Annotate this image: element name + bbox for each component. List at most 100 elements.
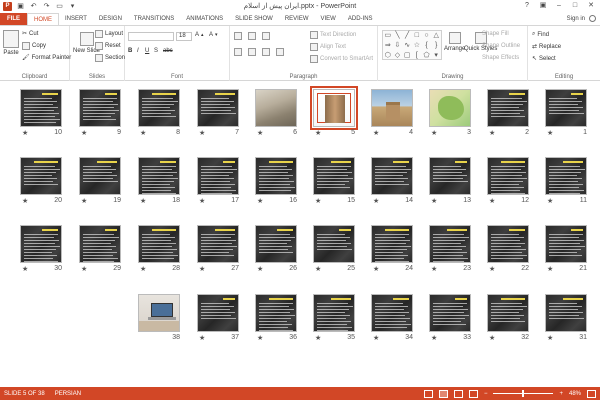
transition-star-icon[interactable]: ★ bbox=[257, 265, 263, 273]
grow-font-button[interactable]: A ▴ bbox=[195, 32, 204, 38]
slide-preview[interactable] bbox=[255, 225, 297, 263]
transition-star-icon[interactable]: ★ bbox=[547, 265, 553, 273]
slide-thumbnail[interactable]: 29 ★ bbox=[79, 225, 125, 273]
slide-thumbnail[interactable]: 19 ★ bbox=[79, 157, 125, 205]
slide-thumbnail[interactable]: 9 ★ bbox=[79, 89, 125, 137]
slide-thumbnail[interactable]: 2 ★ bbox=[487, 89, 533, 137]
bold-button[interactable]: B bbox=[128, 48, 132, 54]
present-icon[interactable]: ▭ bbox=[55, 2, 64, 11]
slide-preview[interactable] bbox=[79, 89, 121, 127]
slide-preview[interactable] bbox=[20, 89, 62, 127]
slide-preview[interactable] bbox=[487, 89, 529, 127]
slide-thumbnail[interactable]: 15 ★ bbox=[313, 157, 359, 205]
transition-star-icon[interactable]: ★ bbox=[431, 334, 437, 342]
transition-star-icon[interactable]: ★ bbox=[257, 129, 263, 137]
transition-star-icon[interactable]: ★ bbox=[22, 129, 28, 137]
shrink-font-button[interactable]: A ▾ bbox=[209, 32, 218, 38]
save-icon[interactable]: ▣ bbox=[16, 2, 25, 11]
transition-star-icon[interactable]: ★ bbox=[315, 334, 321, 342]
signin-link[interactable]: Sign in bbox=[567, 16, 585, 22]
slide-preview[interactable] bbox=[197, 89, 239, 127]
justify-button[interactable] bbox=[276, 48, 284, 56]
transition-star-icon[interactable]: ★ bbox=[199, 334, 205, 342]
help-icon[interactable]: ? bbox=[520, 0, 534, 11]
slide-preview[interactable] bbox=[487, 294, 529, 332]
shape-diamond-icon[interactable]: ◇ bbox=[393, 51, 403, 61]
transition-star-icon[interactable]: ★ bbox=[315, 265, 321, 273]
slide-preview[interactable] bbox=[371, 157, 413, 195]
shape-fill-button[interactable]: Shape Fill bbox=[482, 31, 509, 37]
tab-review[interactable]: REVIEW bbox=[279, 13, 315, 25]
tab-file[interactable]: FILE bbox=[0, 13, 27, 25]
slide-thumbnail[interactable]: 18 ★ bbox=[138, 157, 184, 205]
slide-thumbnail[interactable]: 37 ★ bbox=[197, 294, 243, 342]
slide-preview[interactable] bbox=[138, 294, 180, 332]
reset-button[interactable]: Reset bbox=[95, 42, 121, 50]
find-button[interactable]: ⌕ Find bbox=[532, 31, 549, 38]
slide-preview[interactable] bbox=[371, 294, 413, 332]
slide-thumbnail[interactable]: 13 ★ bbox=[429, 157, 475, 205]
shape-tri-icon[interactable]: △ bbox=[431, 31, 441, 41]
transition-star-icon[interactable]: ★ bbox=[199, 265, 205, 273]
shape-line2-icon[interactable]: ╱ bbox=[402, 31, 412, 41]
slide-sorter[interactable]: 1 ★ 2 ★ 3 ★ 4 ★ 5 ★ 6 ★ 7 ★ 8 ★ 9 ★ 10 ★ 11 ★ 12 ★ 13 ★ 14 ★ 15 ★ 16 ★ 1… bbox=[0, 81, 600, 387]
slide-preview[interactable] bbox=[255, 89, 297, 127]
zoom-level[interactable]: 48% bbox=[569, 391, 581, 397]
slide-thumbnail[interactable]: 10 ★ bbox=[20, 89, 66, 137]
slide-preview[interactable] bbox=[20, 157, 62, 195]
shape-rect-icon[interactable]: ▭ bbox=[383, 31, 393, 41]
slide-preview[interactable] bbox=[313, 294, 355, 332]
slide-thumbnail[interactable]: 25 ★ bbox=[313, 225, 359, 273]
user-icon[interactable] bbox=[589, 15, 596, 22]
shapes-gallery[interactable]: ▭ ╲ ╱ □ ○ △ ⇒ ⇩ ∿ ☆{} ⬡ ◇ ▢[⬠ ▾ bbox=[382, 30, 442, 60]
slide-preview[interactable] bbox=[197, 157, 239, 195]
slide-thumbnail[interactable]: 28 ★ bbox=[138, 225, 184, 273]
slide-thumbnail[interactable]: 24 ★ bbox=[371, 225, 417, 273]
font-size-combo[interactable]: 18 bbox=[176, 32, 192, 41]
transition-star-icon[interactable]: ★ bbox=[431, 197, 437, 205]
slide-preview[interactable] bbox=[545, 89, 587, 127]
shape-outline-button[interactable]: Shape Outline bbox=[482, 43, 520, 49]
transition-star-icon[interactable]: ★ bbox=[81, 197, 87, 205]
language-indicator[interactable]: PERSIAN bbox=[55, 391, 81, 397]
shape-hex-icon[interactable]: ⬡ bbox=[383, 51, 393, 61]
slide-preview[interactable] bbox=[429, 294, 471, 332]
align-center-button[interactable] bbox=[248, 48, 256, 56]
slide-thumbnail[interactable]: 35 ★ bbox=[313, 294, 359, 342]
fit-slide-icon[interactable] bbox=[587, 389, 596, 398]
select-button[interactable]: ↖ Select bbox=[532, 55, 556, 63]
shape-line-icon[interactable]: ╲ bbox=[393, 31, 403, 41]
normal-view-icon[interactable] bbox=[423, 389, 433, 398]
transition-star-icon[interactable]: ★ bbox=[140, 129, 146, 137]
slide-preview[interactable] bbox=[20, 225, 62, 263]
slide-thumbnail[interactable]: 1 ★ bbox=[545, 89, 591, 137]
transition-star-icon[interactable]: ★ bbox=[257, 197, 263, 205]
slideshow-view-icon[interactable] bbox=[468, 389, 478, 398]
slide-thumbnail[interactable]: 3 ★ bbox=[429, 89, 475, 137]
slide-preview[interactable] bbox=[371, 225, 413, 263]
slide-preview[interactable] bbox=[79, 157, 121, 195]
shape-oval-icon[interactable]: ○ bbox=[422, 31, 432, 41]
shape-effects-button[interactable]: Shape Effects bbox=[482, 55, 519, 61]
align-text-button[interactable]: Align Text bbox=[310, 43, 346, 51]
arrange-button[interactable]: Arrange bbox=[444, 32, 465, 52]
format-painter-button[interactable]: 🖌 Format Painter bbox=[22, 54, 71, 62]
slide-thumbnail[interactable]: 32 ★ bbox=[487, 294, 533, 342]
reading-view-icon[interactable] bbox=[453, 389, 463, 398]
slide-preview[interactable] bbox=[79, 225, 121, 263]
tab-design[interactable]: DESIGN bbox=[93, 13, 128, 25]
tab-slide-show[interactable]: SLIDE SHOW bbox=[229, 13, 279, 25]
slide-preview[interactable] bbox=[197, 294, 239, 332]
tab-home[interactable]: HOME bbox=[27, 13, 59, 25]
transition-star-icon[interactable]: ★ bbox=[489, 197, 495, 205]
customize-qat-icon[interactable]: ▾ bbox=[68, 2, 77, 11]
slide-thumbnail[interactable]: 38 bbox=[138, 294, 184, 342]
close-icon[interactable]: ✕ bbox=[584, 0, 598, 11]
slide-thumbnail[interactable]: 7 ★ bbox=[197, 89, 243, 137]
transition-star-icon[interactable]: ★ bbox=[373, 265, 379, 273]
italic-button[interactable]: I bbox=[137, 48, 139, 54]
transition-star-icon[interactable]: ★ bbox=[22, 197, 28, 205]
tab-animations[interactable]: ANIMATIONS bbox=[180, 13, 229, 25]
transition-star-icon[interactable]: ★ bbox=[140, 197, 146, 205]
slide-preview[interactable] bbox=[429, 157, 471, 195]
